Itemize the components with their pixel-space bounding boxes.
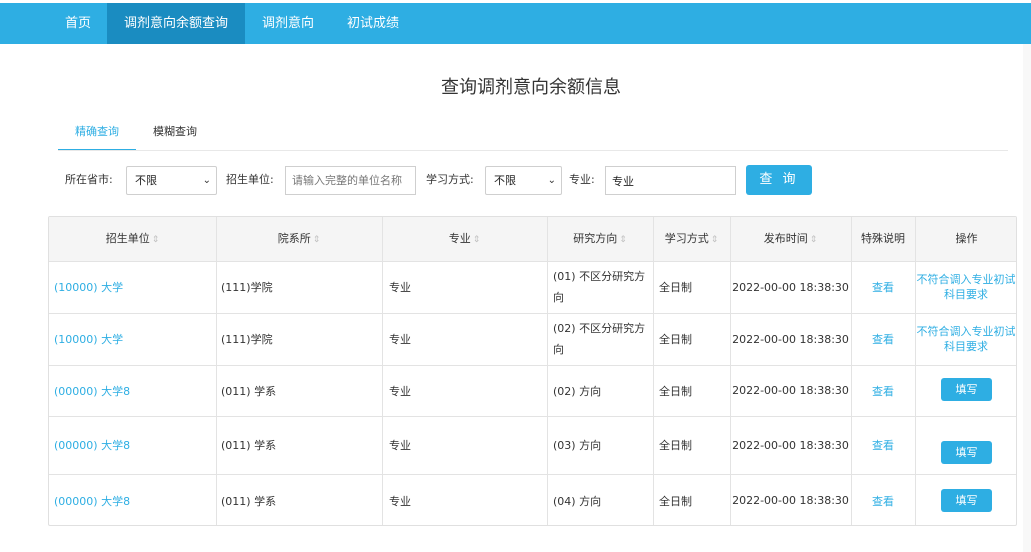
dept-cell: (011) 学系 bbox=[221, 494, 277, 508]
study-mode-cell: 全日制 bbox=[659, 439, 692, 452]
header-major[interactable]: 专业 ⇕ bbox=[382, 217, 547, 261]
sort-icon: ⇕ bbox=[312, 235, 321, 245]
top-nav-bar: 首页 调剂意向余额查询 调剂意向 初试成绩 bbox=[0, 3, 1031, 44]
column-divider bbox=[547, 217, 548, 525]
header-unit-label: 招生单位 bbox=[105, 232, 150, 245]
publish-time-cell: 2022-00-00 18:38:30 bbox=[732, 384, 849, 397]
nav-home[interactable]: 首页 bbox=[50, 3, 106, 44]
query-button[interactable]: 查 询 bbox=[746, 165, 812, 195]
publish-time-cell: 2022-00-00 18:38:30 bbox=[732, 332, 849, 346]
nav-scores[interactable]: 初试成绩 bbox=[332, 3, 414, 44]
header-study-mode[interactable]: 学习方式 ⇕ bbox=[653, 217, 730, 261]
page-scrollbar[interactable] bbox=[1023, 44, 1031, 552]
dept-cell: (111)学院 bbox=[221, 281, 273, 294]
header-dept[interactable]: 院系所 ⇕ bbox=[216, 217, 382, 261]
major-label: 专业: bbox=[569, 173, 595, 186]
header-publish-time-label: 发布时间 bbox=[763, 232, 808, 245]
ineligible-note[interactable]: 不符合调入专业初试科目要求 bbox=[915, 272, 1016, 302]
unit-input[interactable] bbox=[285, 166, 416, 195]
dept-cell: (011) 学系 bbox=[221, 384, 277, 398]
chevron-down-icon: ⌄ bbox=[202, 175, 211, 186]
dept-cell: (011) 学系 bbox=[221, 439, 277, 452]
nav-balance-query[interactable]: 调剂意向余额查询 bbox=[107, 3, 245, 44]
unit-link[interactable]: (00000) 大学8 bbox=[54, 416, 214, 474]
sort-icon: ⇕ bbox=[619, 235, 627, 245]
sort-icon: ⇕ bbox=[151, 235, 160, 245]
major-input[interactable] bbox=[605, 166, 736, 195]
major-cell: 专业 bbox=[389, 494, 411, 508]
tab-precise-query[interactable]: 精确查询 bbox=[58, 123, 136, 151]
header-study-mode-label: 学习方式 bbox=[664, 232, 709, 245]
view-link[interactable]: 查看 bbox=[851, 416, 915, 474]
header-major-label: 专业 bbox=[448, 232, 471, 245]
dept-cell: (111)学院 bbox=[221, 333, 273, 346]
study-mode-cell: 全日制 bbox=[659, 494, 692, 508]
publish-time-cell: 2022-00-00 18:38:30 bbox=[732, 438, 849, 452]
publish-time-cell: 2022-00-00 18:38:30 bbox=[732, 280, 849, 294]
province-label: 所在省市: bbox=[65, 173, 113, 186]
study-mode-cell: 全日制 bbox=[659, 281, 692, 294]
publish-time-cell: 2022-00-00 18:38:30 bbox=[732, 494, 849, 507]
column-divider bbox=[216, 217, 217, 525]
tabs-divider bbox=[58, 150, 1008, 151]
fill-in-button[interactable]: 填写 bbox=[941, 441, 992, 464]
fill-in-button[interactable]: 填写 bbox=[941, 489, 992, 512]
study-mode-label: 学习方式: bbox=[426, 173, 474, 186]
major-cell: 专业 bbox=[389, 384, 411, 398]
header-unit[interactable]: 招生单位 ⇕ bbox=[49, 217, 216, 261]
header-direction-label: 研究方向 bbox=[573, 232, 618, 245]
ineligible-note[interactable]: 不符合调入专业初试科目要求 bbox=[915, 324, 1016, 354]
header-dept-label: 院系所 bbox=[277, 232, 311, 245]
chevron-down-icon: ⌄ bbox=[547, 175, 556, 186]
direction-cell: (01) 不区分研究方向 bbox=[553, 270, 646, 304]
header-publish-time[interactable]: 发布时间 ⇕ bbox=[730, 217, 851, 261]
study-mode-cell: 全日制 bbox=[659, 384, 692, 398]
unit-link[interactable]: (00000) 大学8 bbox=[54, 474, 214, 525]
direction-cell: (04) 方向 bbox=[553, 494, 602, 508]
province-select[interactable]: 不限 ⌄ bbox=[126, 166, 217, 195]
view-link[interactable]: 查看 bbox=[851, 261, 915, 313]
nav-intention[interactable]: 调剂意向 bbox=[248, 3, 328, 44]
unit-link[interactable]: (10000) 大学 bbox=[54, 261, 214, 313]
view-link[interactable]: 查看 bbox=[851, 474, 915, 525]
direction-cell: (03) 方向 bbox=[553, 439, 602, 452]
column-divider bbox=[382, 217, 383, 525]
study-mode-select[interactable]: 不限 ⌄ bbox=[485, 166, 562, 195]
page-title: 查询调剂意向余额信息 bbox=[441, 77, 621, 98]
sort-icon: ⇕ bbox=[809, 235, 818, 245]
column-divider bbox=[915, 217, 916, 525]
study-mode-select-value: 不限 bbox=[494, 174, 516, 187]
column-divider bbox=[653, 217, 654, 525]
view-link[interactable]: 查看 bbox=[851, 365, 915, 416]
view-link[interactable]: 查看 bbox=[851, 313, 915, 365]
header-direction[interactable]: 研究方向 ⇕ bbox=[547, 217, 653, 261]
unit-link[interactable]: (00000) 大学8 bbox=[54, 365, 214, 416]
study-mode-cell: 全日制 bbox=[659, 333, 692, 346]
major-cell: 专业 bbox=[389, 439, 411, 452]
major-cell: 专业 bbox=[389, 333, 411, 346]
sort-icon: ⇕ bbox=[472, 235, 481, 245]
header-special-note: 特殊说明 bbox=[861, 232, 905, 245]
province-select-value: 不限 bbox=[135, 174, 157, 187]
unit-label: 招生单位: bbox=[226, 173, 274, 186]
results-table: 招生单位 ⇕ 院系所 ⇕ 专业 ⇕ 研究方向 ⇕ 学习方式 ⇕ 发布时间 ⇕ 特殊说明 操作… bbox=[48, 216, 1017, 526]
major-cell: 专业 bbox=[389, 281, 411, 294]
header-action: 操作 bbox=[955, 232, 978, 245]
direction-cell: (02) 不区分研究方向 bbox=[553, 322, 646, 356]
sort-icon: ⇕ bbox=[710, 235, 719, 245]
direction-cell: (02) 方向 bbox=[553, 384, 602, 398]
unit-link[interactable]: (10000) 大学 bbox=[54, 313, 214, 365]
tab-fuzzy-query[interactable]: 模糊查询 bbox=[140, 123, 210, 151]
fill-in-button[interactable]: 填写 bbox=[941, 378, 992, 401]
